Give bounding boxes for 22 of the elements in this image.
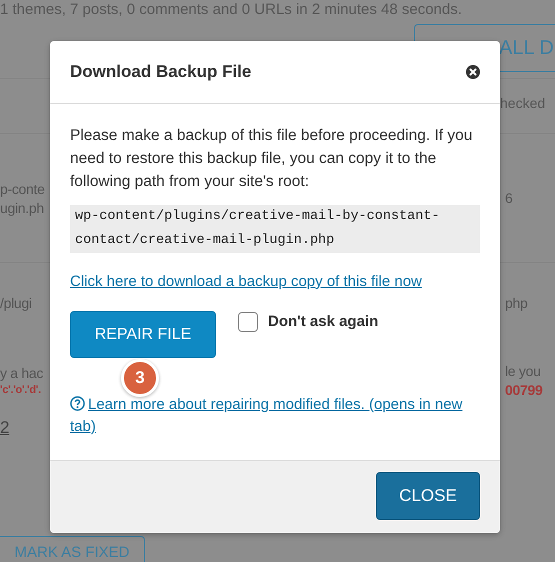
checkbox-label: Don't ask again xyxy=(268,313,378,330)
repair-file-button[interactable]: REPAIR FILE xyxy=(70,311,216,358)
help-icon xyxy=(70,396,85,411)
code-text: 'c'.'o'.'d'. xyxy=(0,384,42,396)
file-path-text: ugin.ph xyxy=(0,200,45,216)
file-path-text: php xyxy=(505,295,528,311)
instruction-text: Please make a backup of this file before proceeding. If you need to restore this backup file, you can copy it to the following path from your site's root: xyxy=(70,126,474,192)
file-path-text: p-conte xyxy=(0,180,46,196)
code-text: 00799 xyxy=(505,382,544,398)
file-path-text: y a hac xyxy=(0,365,44,381)
close-button[interactable]: CLOSE xyxy=(376,472,480,520)
step-badge: 3 xyxy=(121,359,159,397)
page-link[interactable]: 2 xyxy=(0,418,50,438)
download-link[interactable]: Click here to download a backup copy of this file now xyxy=(70,273,422,290)
file-path-text: 6 xyxy=(505,190,514,206)
file-path-text: /plugi xyxy=(0,295,33,311)
dialog-title: Download Backup File xyxy=(70,62,252,82)
checkbox[interactable] xyxy=(238,312,258,332)
close-icon[interactable] xyxy=(466,65,480,79)
file-path-text: le you xyxy=(505,363,542,379)
file-path-code: wp-content/plugins/creative-mail-by-constant-contact/creative-mail-plugin.php xyxy=(70,205,480,253)
help-link[interactable]: Learn more about repairing modified files. (opens in new tab) xyxy=(70,394,480,438)
